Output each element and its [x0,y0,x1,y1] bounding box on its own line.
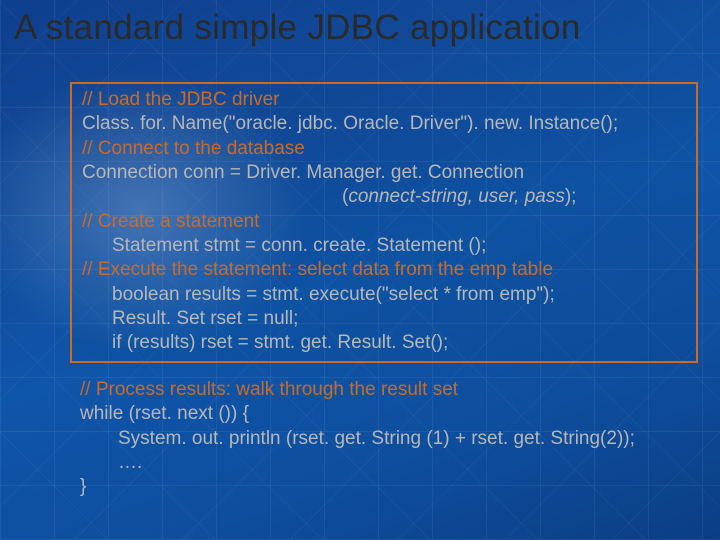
code-line-8: System. out. println (rset. get. String … [80,427,688,451]
comment-process: // Process results: walk through the res… [80,379,458,400]
code-line-6: if (results) rset = stmt. get. Result. S… [82,331,686,355]
comment-create-stmt: // Create a statement [82,211,259,232]
code-line-3: Statement stmt = conn. create. Statement… [82,234,686,258]
code-line-9: …. [80,451,688,475]
code-box: // Load the JDBC driver Class. for. Name… [70,82,698,363]
code-line-1: Class. for. Name("oracle. jdbc. Oracle. … [82,113,618,134]
code-tail: // Process results: walk through the res… [70,378,698,500]
comment-execute: // Execute the statement: select data fr… [82,259,553,280]
comment-connect: // Connect to the database [82,138,305,159]
code-line-7: while (rset. next ()) { [80,403,249,424]
slide: A standard simple JDBC application // Lo… [0,0,720,540]
code-line-2b: (connect-string, user, pass); [82,185,686,209]
slide-title: A standard simple JDBC application [14,8,710,48]
code-line-4: boolean results = stmt. execute("select … [82,283,686,307]
code-line-5: Result. Set rset = null; [82,307,686,331]
comment-load-driver: // Load the JDBC driver [82,89,279,110]
code-line-2: Connection conn = Driver. Manager. get. … [82,162,524,183]
code-line-10: } [80,476,86,497]
